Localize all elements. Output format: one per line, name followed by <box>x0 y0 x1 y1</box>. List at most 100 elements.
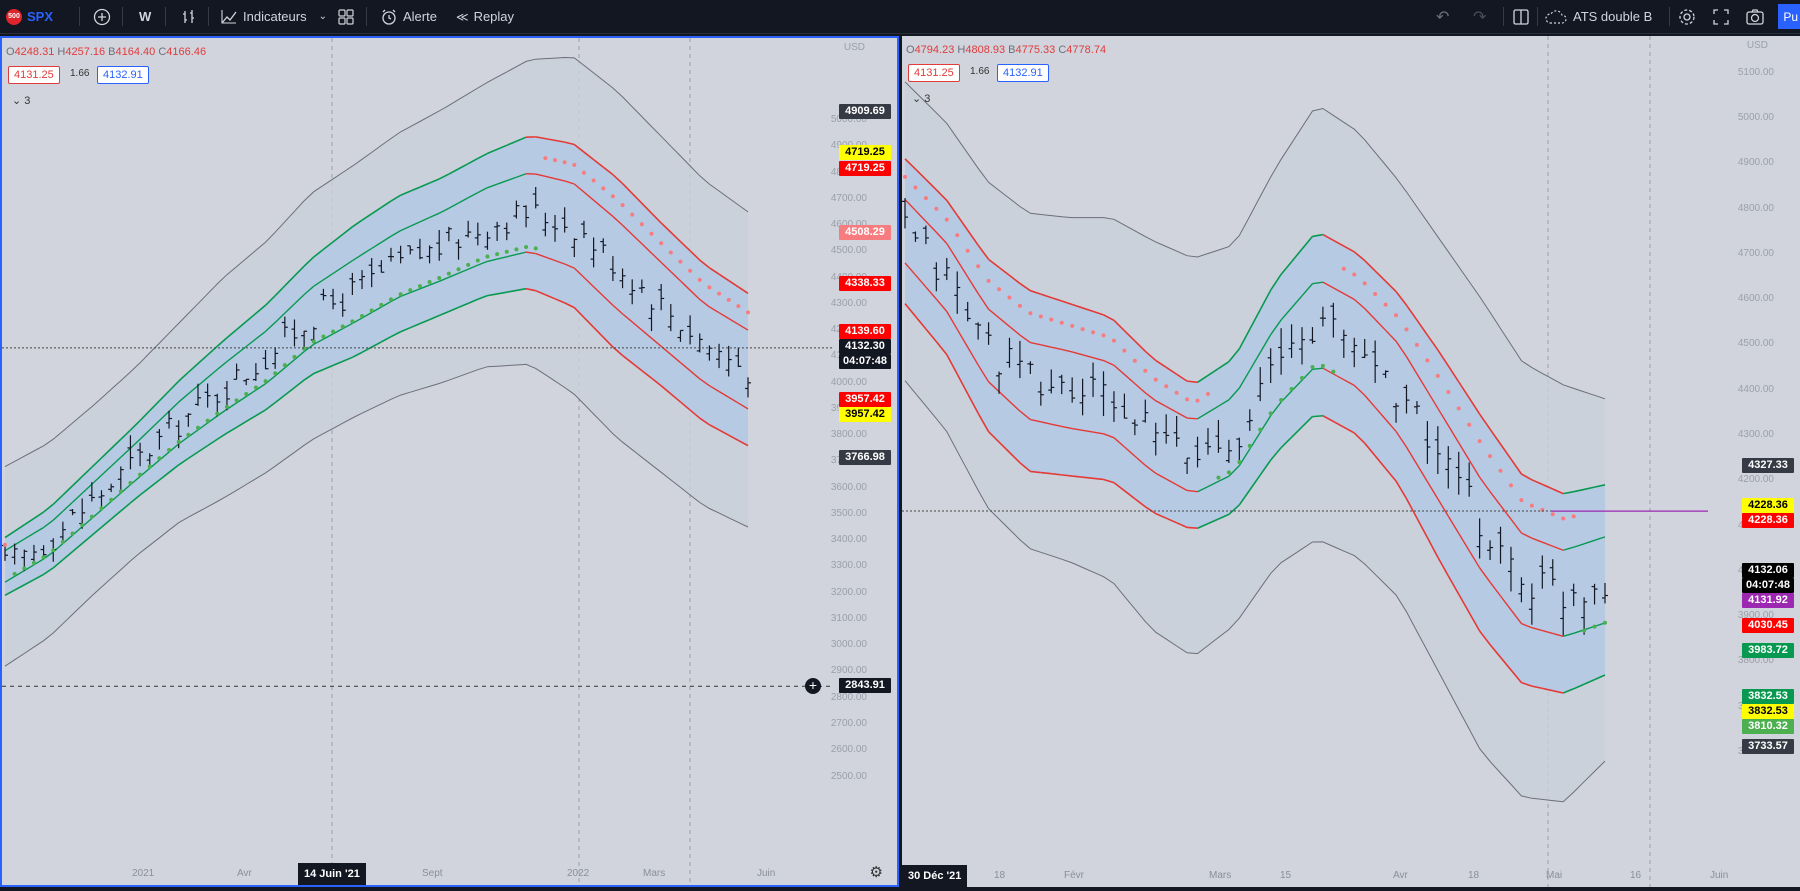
price-tick-label: 2900.00 <box>830 665 867 677</box>
buy-price-button[interactable]: 4132.91 <box>97 66 149 84</box>
price-tick-label: 3300.00 <box>830 560 867 572</box>
price-tick-label: 2600.00 <box>830 744 867 756</box>
sar-dot <box>186 432 191 437</box>
sar-dot <box>89 514 94 519</box>
time-tick-label: 16 <box>1630 870 1642 881</box>
price-label: 4719.25 <box>839 145 891 160</box>
chevron-down-icon: ⌄ <box>912 93 922 105</box>
publish-button[interactable]: Pu <box>1778 4 1800 29</box>
sar-dot <box>1143 368 1148 373</box>
sar-dot <box>1174 390 1179 395</box>
sar-dot <box>1582 628 1587 633</box>
sar-dot <box>408 288 413 293</box>
fullscreen-icon[interactable] <box>1712 0 1730 33</box>
indicators-toggle[interactable]: ⌄ 3 <box>12 94 30 107</box>
indicators-button[interactable]: Indicateurs ⌄ <box>220 0 327 33</box>
time-tick-label: Mars <box>1209 870 1232 881</box>
time-tick-label: 15 <box>1280 870 1292 881</box>
price-tick-label: 2700.00 <box>830 718 867 729</box>
time-tick-label: Juin <box>1710 870 1729 881</box>
sar-dot <box>302 346 307 351</box>
sar-dot <box>639 222 644 227</box>
sar-dot <box>1111 338 1116 343</box>
sar-dot <box>1101 333 1106 338</box>
undo-icon[interactable]: ↶ <box>1436 0 1449 33</box>
time-tick-label: Mai <box>1546 870 1563 881</box>
sar-dot <box>1561 516 1566 521</box>
symbol-logo: 500 <box>6 8 22 25</box>
layout-save-button[interactable]: ATS double B <box>1544 0 1652 33</box>
bar-style-icon[interactable] <box>180 0 198 33</box>
redo-icon[interactable]: ↷ <box>1473 0 1486 33</box>
sar-dot <box>1488 454 1493 459</box>
chart-settings-gear-icon[interactable]: ⚙ <box>870 863 883 881</box>
sar-dot <box>1435 373 1440 378</box>
cloud-icon <box>1545 9 1567 24</box>
chart-pane-right[interactable]: O4794.23 H4808.93 B4775.33 C4778.74 4131… <box>902 36 1800 887</box>
sar-dot <box>1164 384 1169 389</box>
sar-dot <box>581 170 586 175</box>
camera-icon[interactable] <box>1745 0 1765 33</box>
replay-button[interactable]: ≪ Replay <box>456 0 514 33</box>
layout-grid-icon[interactable] <box>337 0 355 33</box>
split-layout-icon[interactable] <box>1512 0 1530 33</box>
sar-dot <box>109 497 114 502</box>
toolbar-divider <box>208 7 209 26</box>
sar-dot <box>1446 390 1451 395</box>
sar-dot <box>707 285 712 290</box>
indicators-toggle[interactable]: ⌄ 3 <box>912 92 930 105</box>
buy-price-button[interactable]: 4132.91 <box>997 64 1049 82</box>
sar-dot <box>1456 406 1461 411</box>
price-tick-label: 4300.00 <box>830 297 867 309</box>
alert-button[interactable]: Alerte <box>380 0 437 33</box>
add-symbol-icon[interactable] <box>93 0 111 33</box>
sar-dot <box>524 245 529 250</box>
sar-dot <box>1153 377 1158 382</box>
price-label: 4327.33 <box>1742 458 1794 473</box>
price-label: 4508.29 <box>839 225 891 240</box>
sar-dot <box>437 275 442 280</box>
symbol-search-button[interactable]: 500 SPX <box>6 0 53 33</box>
sar-dot <box>1362 281 1367 286</box>
sar-dot <box>1028 311 1033 316</box>
sar-dot <box>60 539 65 544</box>
sar-dot <box>553 158 558 163</box>
sar-dot <box>1394 313 1399 318</box>
sar-dot <box>128 480 133 485</box>
price-tick-label: 3100.00 <box>830 612 867 624</box>
sar-dot <box>610 194 615 199</box>
sell-price-button[interactable]: 4131.25 <box>8 66 60 84</box>
price-chart-right[interactable] <box>902 36 1800 887</box>
sar-dot <box>1508 483 1513 488</box>
interval-button[interactable]: W <box>139 0 151 33</box>
price-chart-left[interactable] <box>2 38 897 885</box>
inner-band-lower <box>1030 470 1041 474</box>
sar-dot <box>1007 295 1012 300</box>
chart-pane-left[interactable]: O4248.31 H4257.16 B4164.40 C4166.46 4131… <box>0 36 899 887</box>
time-tick-label: Avr <box>1393 870 1408 881</box>
price-tick-label: 4800.00 <box>1737 202 1774 214</box>
settings-icon[interactable] <box>1678 0 1696 33</box>
sar-dot <box>234 398 239 403</box>
inner-band-lower <box>1092 477 1104 481</box>
sar-dot <box>244 391 249 396</box>
sar-dot <box>475 258 480 263</box>
spread-value: 1.66 <box>970 66 990 77</box>
sar-dot <box>147 464 152 469</box>
indicators-label: Indicateurs <box>243 9 307 24</box>
price-label: 3957.42 <box>839 407 891 422</box>
inner-band-lower <box>1312 414 1323 418</box>
sar-dot <box>466 262 471 267</box>
sar-dot <box>1498 468 1503 473</box>
sar-dot <box>1320 363 1325 368</box>
price-tick-label: 4900.00 <box>1737 157 1774 169</box>
ohlc-legend: O4794.23 H4808.93 B4775.33 C4778.74 <box>906 44 1107 56</box>
price-tick-label: 3200.00 <box>830 586 867 598</box>
price-label: 4030.45 <box>1742 618 1794 633</box>
sell-price-button[interactable]: 4131.25 <box>908 64 960 82</box>
time-tick-label: 18 <box>1468 870 1480 881</box>
ohlc-legend: O4248.31 H4257.16 B4164.40 C4166.46 <box>6 46 207 58</box>
sar-dot <box>417 284 422 289</box>
sar-dot <box>1341 266 1346 271</box>
sar-dot <box>205 418 210 423</box>
